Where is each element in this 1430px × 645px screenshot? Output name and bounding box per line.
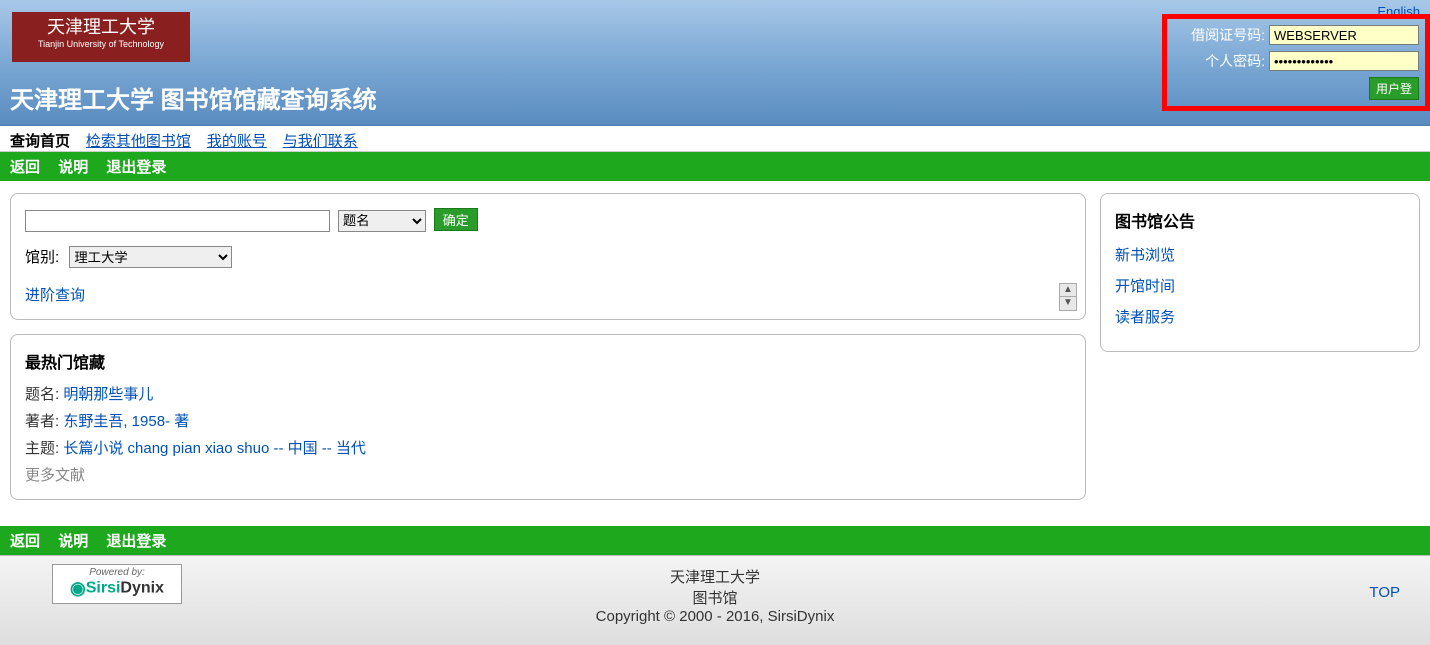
footer: Powered by: ◉SirsiDynix 天津理工大学 图书馆 Copyr… xyxy=(0,555,1430,645)
scroll-up-icon[interactable]: ▲ xyxy=(1059,283,1077,297)
back-link[interactable]: 返回 xyxy=(10,159,40,176)
logo-text: 天津理工大学 xyxy=(47,17,155,37)
action-bar-top: 返回 说明 退出登录 xyxy=(0,152,1430,181)
tab-contact[interactable]: 与我们联系 xyxy=(283,133,358,150)
action-bar-bottom: 返回 说明 退出登录 xyxy=(0,526,1430,555)
notice-panel: 图书馆公告 新书浏览 开馆时间 读者服务 xyxy=(1100,193,1420,352)
search-input[interactable] xyxy=(25,210,330,232)
hot-collection-panel: 最热门馆藏 题名: 明朝那些事儿 著者: 东野圭吾, 1958- 著 主题: 长… xyxy=(10,334,1086,500)
search-panel: 题名 确定 馆别: 理工大学 进阶查询 ▲ ▼ xyxy=(10,193,1086,320)
hot-row-title: 题名: 明朝那些事儿 xyxy=(25,383,1071,404)
hot-link-subject[interactable]: 长篇小说 chang pian xiao shuo -- 中国 -- 当代 xyxy=(63,440,366,457)
header-banner: English 天津理工大学 Tianjin University of Tec… xyxy=(0,0,1430,126)
tab-my-account[interactable]: 我的账号 xyxy=(207,133,267,150)
nav-tabs: 查询首页 检索其他图书馆 我的账号 与我们联系 xyxy=(0,126,1430,152)
hot-collection-title: 最热门馆藏 xyxy=(25,349,1071,373)
advanced-search-link[interactable]: 进阶查询 xyxy=(25,284,85,305)
back-to-top-link[interactable]: TOP xyxy=(1369,584,1400,601)
help-link-bottom[interactable]: 说明 xyxy=(58,533,88,550)
logo-subtitle: Tianjin University of Technology xyxy=(12,40,190,50)
notice-link-hours[interactable]: 开馆时间 xyxy=(1115,275,1405,296)
footer-copyright: Copyright © 2000 - 2016, SirsiDynix xyxy=(20,608,1410,625)
logout-link[interactable]: 退出登录 xyxy=(106,159,166,176)
footer-library: 图书馆 xyxy=(20,587,1410,608)
scroll-down-icon[interactable]: ▼ xyxy=(1059,297,1077,311)
tab-home[interactable]: 查询首页 xyxy=(10,133,70,150)
powered-by-badge[interactable]: Powered by: ◉SirsiDynix xyxy=(52,564,182,604)
login-id-label: 借阅证号码: xyxy=(1177,25,1265,45)
library-filter-select[interactable]: 理工大学 xyxy=(69,246,232,268)
tab-other-libraries[interactable]: 检索其他图书馆 xyxy=(86,133,191,150)
login-form-highlight: 借阅证号码: 个人密码: 用户登 xyxy=(1162,14,1430,111)
powered-by-label: Powered by: xyxy=(61,567,173,578)
notice-title: 图书馆公告 xyxy=(1115,208,1405,232)
login-password-label: 个人密码: xyxy=(1177,51,1265,71)
more-documents[interactable]: 更多文献 xyxy=(25,464,1071,485)
scroll-widget: ▲ ▼ xyxy=(1059,283,1077,311)
logout-link-bottom[interactable]: 退出登录 xyxy=(106,533,166,550)
hot-row-subject: 主题: 长篇小说 chang pian xiao shuo -- 中国 -- 当… xyxy=(25,437,1071,458)
search-field-select[interactable]: 题名 xyxy=(338,210,426,232)
help-link[interactable]: 说明 xyxy=(58,159,88,176)
hot-label: 题名: xyxy=(25,386,59,403)
hot-label: 著者: xyxy=(25,413,59,430)
back-link-bottom[interactable]: 返回 xyxy=(10,533,40,550)
hot-link-title[interactable]: 明朝那些事儿 xyxy=(63,386,153,403)
university-logo: 天津理工大学 Tianjin University of Technology xyxy=(12,12,190,62)
hot-link-author[interactable]: 东野圭吾, 1958- 著 xyxy=(63,413,189,430)
site-title: 天津理工大学 图书馆馆藏查询系统 xyxy=(10,80,377,115)
notice-link-newbooks[interactable]: 新书浏览 xyxy=(1115,244,1405,265)
swirl-icon: ◉ xyxy=(70,578,86,598)
login-id-input[interactable] xyxy=(1269,25,1419,45)
login-password-input[interactable] xyxy=(1269,51,1419,71)
footer-university: 天津理工大学 xyxy=(20,566,1410,587)
library-filter-label: 馆别: xyxy=(25,249,59,266)
notice-link-services[interactable]: 读者服务 xyxy=(1115,306,1405,327)
search-confirm-button[interactable]: 确定 xyxy=(434,208,478,231)
login-button[interactable]: 用户登 xyxy=(1369,77,1419,100)
hot-label: 主题: xyxy=(25,440,59,457)
sirsidynix-logo: ◉SirsiDynix xyxy=(61,578,173,599)
hot-row-author: 著者: 东野圭吾, 1958- 著 xyxy=(25,410,1071,431)
